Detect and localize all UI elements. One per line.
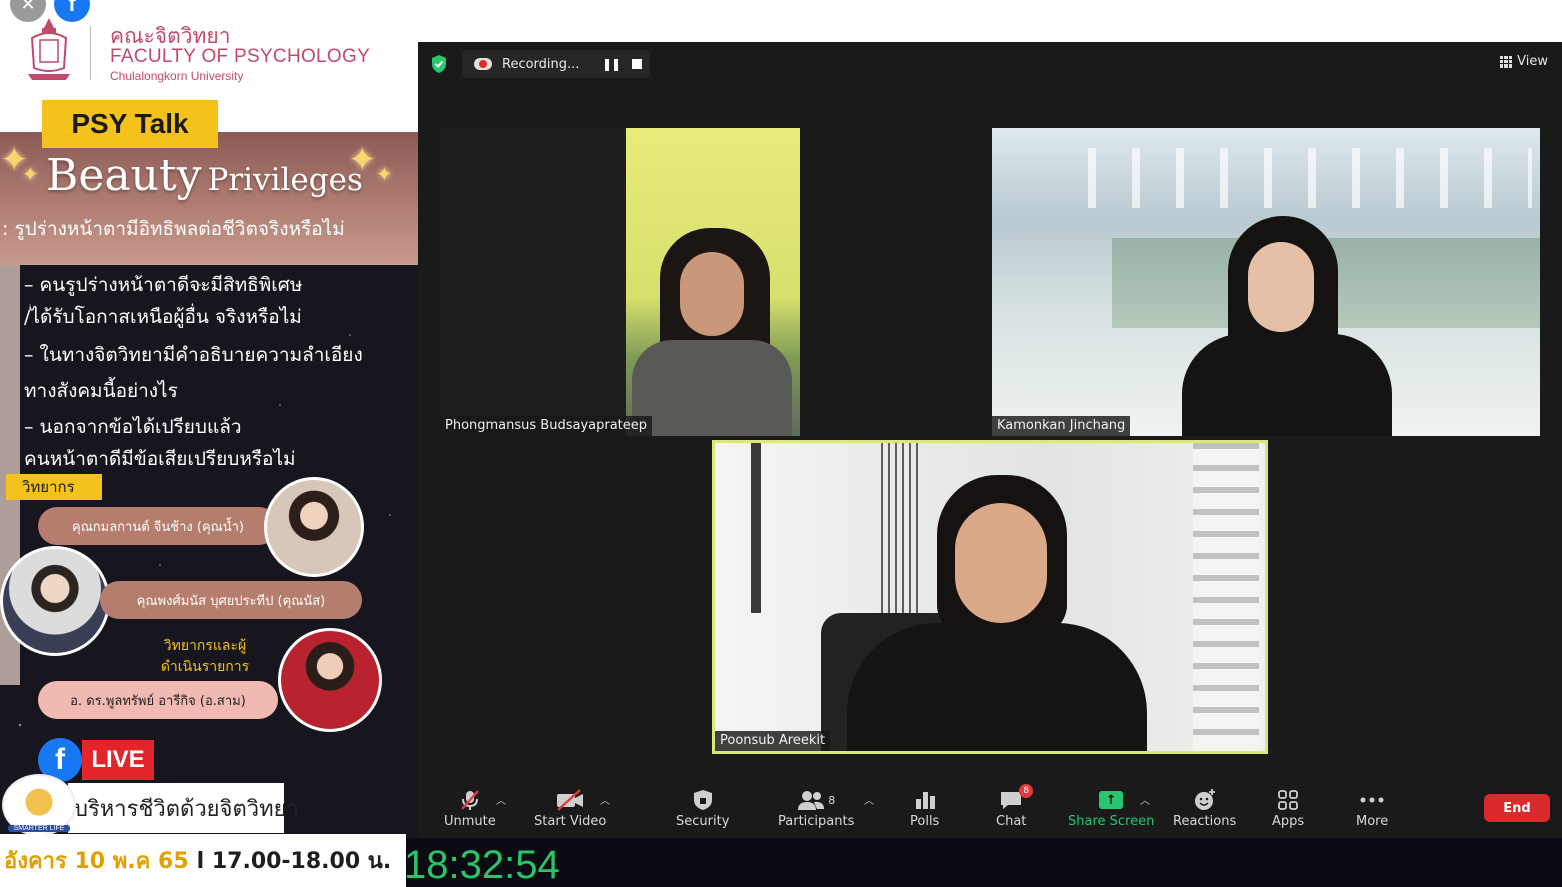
chat-button[interactable]: 8 Chat	[996, 784, 1034, 829]
video-off-icon	[555, 786, 585, 814]
more-dots-icon	[1359, 786, 1385, 814]
sparkle-icon: ✦	[376, 162, 393, 186]
event-title: Beauty Privileges	[46, 150, 363, 201]
share-options-caret-icon[interactable]: ︿	[1140, 792, 1150, 807]
stop-recording-icon[interactable]	[632, 59, 642, 69]
participant-video-tile[interactable]: Phongmansus Budsayaprateep	[440, 128, 800, 436]
bottom-strip	[406, 838, 1562, 887]
start-video-button[interactable]: Start Video	[534, 786, 606, 829]
university-crest-icon	[28, 18, 70, 80]
recording-label: Recording...	[502, 56, 580, 72]
unmute-label: Unmute	[444, 814, 496, 829]
topic-bullet: – นอกจากข้อได้เปรียบแล้ว	[24, 416, 242, 438]
participant-video	[626, 128, 800, 436]
end-meeting-button[interactable]: End	[1484, 794, 1550, 822]
view-label: View	[1517, 54, 1548, 69]
active-speaker-tile[interactable]: Poonsub Areekit	[712, 440, 1268, 754]
event-time: l 17.00-18.00 น.	[196, 849, 392, 874]
participant-video-tile[interactable]: Kamonkan Jinchang	[992, 128, 1540, 436]
security-label: Security	[676, 814, 730, 829]
apps-button[interactable]: Apps	[1272, 786, 1304, 829]
start-video-label: Start Video	[534, 814, 607, 829]
topic-bullet: คนหน้าตาดีมีข้อเสียเปรียบหรือไม่	[24, 448, 296, 470]
more-button[interactable]: More	[1356, 786, 1388, 829]
speaker-name-pill: คุณพงศ์มนัส บุศยประทีป (คุณนัส)	[100, 581, 362, 619]
moderator-avatar	[278, 628, 382, 732]
participant-name: Poonsub Areekit	[715, 731, 831, 751]
speaker-name-pill: คุณกมลกานต์ จีนช้าง (คุณน้ำ)	[38, 507, 278, 545]
apps-icon	[1277, 786, 1299, 814]
sparkle-icon: ✦	[22, 162, 39, 186]
participants-count: 8	[828, 793, 836, 807]
speaker-avatar	[0, 546, 110, 656]
participants-options-caret-icon[interactable]: ︿	[864, 792, 874, 807]
security-shield-icon	[692, 786, 714, 814]
event-title-sub: Privileges	[207, 162, 363, 198]
moderator-label: วิทยากรและผู้ดำเนินรายการ	[160, 638, 250, 675]
view-button[interactable]: View	[1500, 54, 1548, 69]
more-label: More	[1356, 814, 1389, 829]
encryption-shield-icon[interactable]	[430, 54, 448, 74]
top-blank-area	[418, 0, 1562, 42]
muted-microphone-icon	[458, 786, 482, 814]
share-screen-label: Share Screen	[1068, 814, 1155, 829]
topic-bullet: ทางสังคมนี้อย่างไร	[24, 380, 178, 402]
zoom-meeting-window: Recording... ❚❚ View Phongmansus Budsaya…	[418, 42, 1562, 838]
apps-label: Apps	[1272, 814, 1305, 829]
logo-divider	[90, 26, 91, 80]
video-options-caret-icon[interactable]: ︿	[600, 792, 610, 807]
polls-button[interactable]: Polls	[910, 786, 939, 829]
moderator-name-pill: อ. ดร.พูลทรัพย์ อารีกิจ (อ.สาม)	[38, 681, 278, 719]
participants-label: Participants	[778, 814, 855, 829]
participants-button[interactable]: 8 Participants	[778, 786, 854, 829]
psy-talk-tag: PSY Talk	[42, 100, 218, 148]
topic-bullet: /ได้รับโอกาสเหนือผู้อื่น จริงหรือไม่	[24, 306, 302, 328]
event-poster: ✕ f คณะจิตวิทยา FACULTY OF PSYCHOLOGY Ch…	[0, 0, 418, 887]
event-title-main: Beauty	[46, 150, 202, 201]
topic-bullet: – ในทางจิตวิทยามีคำอธิบายความลำเอียง	[24, 344, 363, 366]
live-clock: 18:32:54	[404, 843, 560, 887]
reactions-label: Reactions	[1173, 814, 1237, 829]
smarter-life-logo: SMARTER LIFE	[2, 774, 76, 836]
participants-icon: 8	[797, 786, 835, 814]
pause-recording-icon[interactable]: ❚❚	[598, 57, 624, 71]
meeting-toolbar: Unmute ︿ Start Video ︿ Security 8 Partic…	[418, 778, 1562, 838]
share-screen-icon: ↑	[1099, 786, 1124, 814]
polls-label: Polls	[910, 814, 940, 829]
event-subtitle: : รูปร่างหน้าตามีอิทธิพลต่อชีวิตจริงหรือ…	[2, 218, 345, 240]
audio-options-caret-icon[interactable]: ︿	[496, 792, 506, 807]
chat-icon: 8	[999, 784, 1034, 814]
unmute-button[interactable]: Unmute	[444, 786, 496, 829]
faculty-english-name: FACULTY OF PSYCHOLOGY	[110, 46, 371, 67]
live-badge: LIVE	[82, 740, 154, 780]
recording-indicator: Recording... ❚❚	[462, 50, 650, 78]
smarter-life-text: SMARTER LIFE	[8, 825, 70, 832]
participant-name: Phongmansus Budsayaprateep	[440, 416, 653, 436]
program-name: บริหารชีวิตด้วยจิตวิทยา	[68, 783, 299, 833]
reactions-smiley-icon	[1193, 786, 1217, 814]
polls-icon	[914, 786, 936, 814]
topic-bullet: – คนรูปร่างหน้าตาดีจะมีสิทธิพิเศษ	[24, 274, 303, 296]
reactions-button[interactable]: Reactions	[1173, 786, 1236, 829]
security-button[interactable]: Security	[676, 786, 729, 829]
cloud-recording-icon	[474, 58, 492, 70]
screen: { "poster": { "faculty_thai": "คณะจิตวิท…	[0, 0, 1562, 887]
university-name: Chulalongkorn University	[110, 69, 244, 83]
grid-view-icon	[1500, 55, 1513, 68]
speaker-avatar	[264, 477, 364, 577]
date-time-bar: อังคาร 10 พ.ค 65 l 17.00-18.00 น.	[0, 834, 406, 887]
event-date: อังคาร 10 พ.ค 65	[4, 849, 189, 874]
chat-label: Chat	[996, 814, 1027, 829]
participant-name: Kamonkan Jinchang	[992, 416, 1131, 436]
chat-unread-badge: 8	[1019, 784, 1034, 798]
speakers-tag: วิทยากร	[6, 474, 102, 500]
